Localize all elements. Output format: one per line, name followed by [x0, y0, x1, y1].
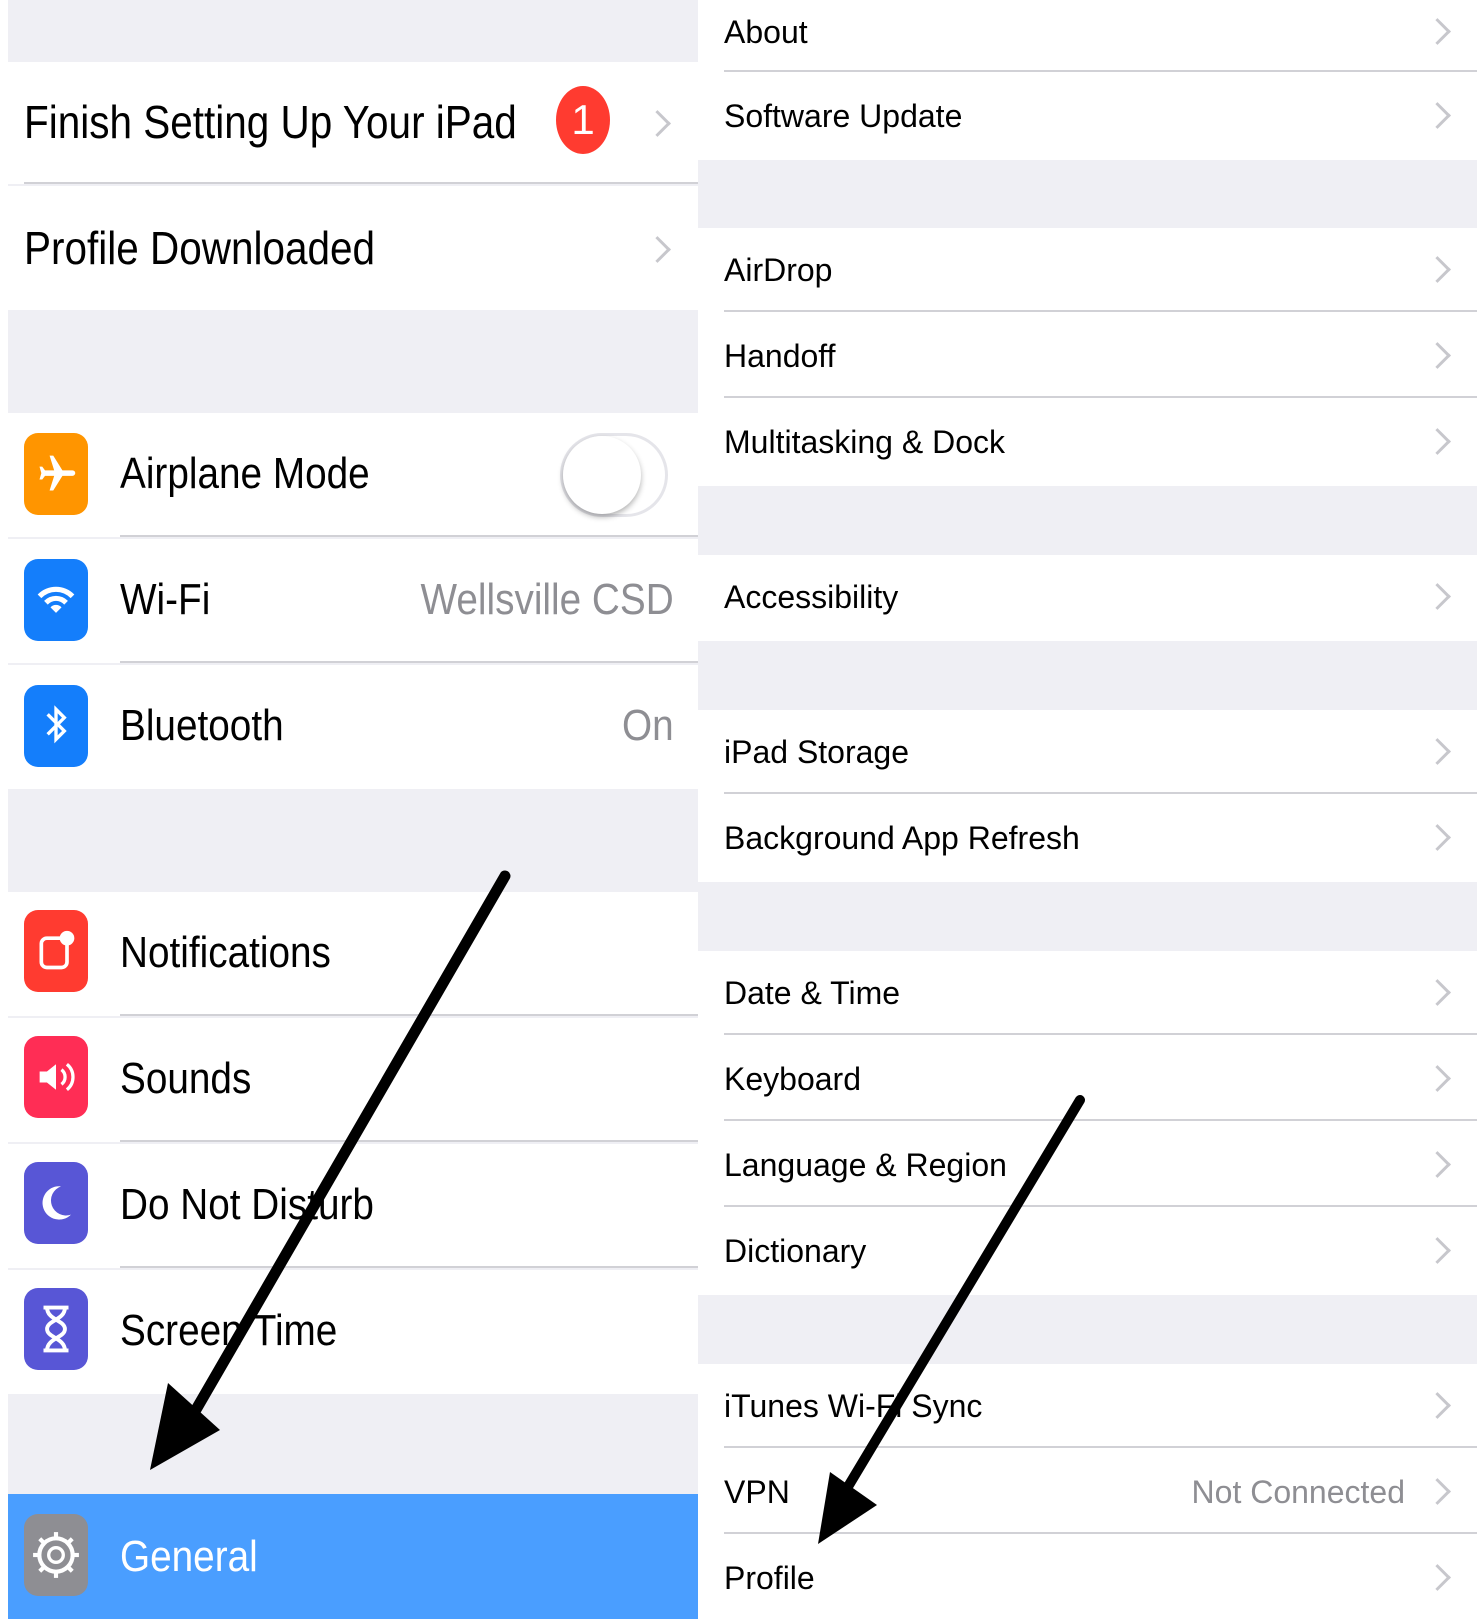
background-app-refresh-row[interactable]: Background App Refresh — [698, 796, 1477, 882]
about-row[interactable]: About — [698, 0, 1477, 72]
chevron-right-icon — [1424, 583, 1451, 610]
date-time-row[interactable]: Date & Time — [698, 951, 1477, 1035]
profile-row[interactable]: Profile — [698, 1536, 1477, 1619]
general-label: General — [120, 1532, 258, 1581]
wifi-icon — [24, 559, 88, 641]
moon-icon — [24, 1162, 88, 1244]
toggle-knob — [563, 436, 641, 514]
language-region-label: Language & Region — [724, 1147, 1007, 1183]
do-not-disturb-row[interactable]: Do Not Disturb — [8, 1144, 698, 1268]
chevron-right-icon — [1424, 256, 1451, 283]
airplane-mode-label: Airplane Mode — [120, 449, 370, 498]
chevron-right-icon — [644, 110, 671, 137]
speaker-icon — [24, 1036, 88, 1118]
wifi-row[interactable]: Wi-Fi Wellsville CSD — [8, 539, 698, 663]
itunes-wifi-sync-label: iTunes Wi-Fi Sync — [724, 1388, 983, 1424]
hourglass-icon — [24, 1288, 88, 1370]
chevron-right-icon — [1424, 342, 1451, 369]
chevron-right-icon — [1424, 102, 1451, 129]
screen-time-row[interactable]: Screen Time — [8, 1270, 698, 1394]
finish-setup-label: Finish Setting Up Your iPad — [24, 96, 517, 148]
chevron-right-icon — [644, 236, 671, 263]
vpn-status-value: Not Connected — [1191, 1474, 1405, 1510]
chevron-right-icon — [1424, 1065, 1451, 1092]
wifi-label: Wi-Fi — [120, 575, 211, 624]
notifications-label: Notifications — [120, 928, 331, 977]
chevron-right-icon — [1424, 428, 1451, 455]
bluetooth-status-value: On — [622, 701, 674, 750]
do-not-disturb-label: Do Not Disturb — [120, 1180, 374, 1229]
multitasking-dock-label: Multitasking & Dock — [724, 424, 1005, 460]
chevron-right-icon — [1424, 979, 1451, 1006]
keyboard-label: Keyboard — [724, 1061, 861, 1097]
date-time-label: Date & Time — [724, 975, 901, 1011]
general-row[interactable]: General — [8, 1494, 698, 1619]
sounds-row[interactable]: Sounds — [8, 1018, 698, 1142]
notifications-icon — [24, 910, 88, 992]
gear-icon — [24, 1514, 88, 1596]
profile-downloaded-row[interactable]: Profile Downloaded — [8, 186, 698, 310]
airplane-mode-row[interactable]: Airplane Mode — [8, 413, 698, 537]
chevron-right-icon — [1424, 1478, 1451, 1505]
itunes-wifi-sync-row[interactable]: iTunes Wi-Fi Sync — [698, 1364, 1477, 1448]
accessibility-row[interactable]: Accessibility — [698, 555, 1477, 641]
handoff-label: Handoff — [724, 338, 836, 374]
profile-downloaded-label: Profile Downloaded — [24, 222, 376, 274]
airplane-icon — [24, 433, 88, 515]
vpn-label: VPN — [724, 1474, 790, 1510]
airplane-mode-toggle[interactable] — [560, 433, 668, 517]
airdrop-label: AirDrop — [724, 252, 833, 288]
dictionary-row[interactable]: Dictionary — [698, 1209, 1477, 1295]
chevron-right-icon — [1424, 18, 1451, 45]
notifications-row[interactable]: Notifications — [8, 892, 698, 1016]
bluetooth-row[interactable]: Bluetooth On — [8, 665, 698, 789]
general-group-2: AirDrop Handoff Multitasking & Dock — [698, 228, 1477, 486]
wifi-network-value: Wellsville CSD — [420, 575, 674, 624]
chevron-right-icon — [1424, 1151, 1451, 1178]
general-group-1: About Software Update — [698, 0, 1477, 160]
chevron-right-icon — [1424, 1392, 1451, 1419]
chevron-right-icon — [1424, 1564, 1451, 1591]
multitasking-dock-row[interactable]: Multitasking & Dock — [698, 400, 1477, 486]
bluetooth-label: Bluetooth — [120, 701, 284, 750]
dictionary-label: Dictionary — [724, 1233, 867, 1269]
badge-count: 1 — [571, 96, 595, 143]
software-update-row[interactable]: Software Update — [698, 74, 1477, 160]
chevron-right-icon — [1424, 824, 1451, 851]
settings-sidebar: Finish Setting Up Your iPad 1 Profile Do… — [8, 0, 698, 1619]
profile-label: Profile — [724, 1560, 815, 1596]
notification-badge: 1 — [556, 86, 610, 154]
finish-setup-row[interactable]: Finish Setting Up Your iPad 1 — [8, 62, 698, 184]
sounds-label: Sounds — [120, 1054, 252, 1103]
keyboard-row[interactable]: Keyboard — [698, 1037, 1477, 1121]
language-region-row[interactable]: Language & Region — [698, 1123, 1477, 1207]
accessibility-label: Accessibility — [724, 579, 899, 615]
airdrop-row[interactable]: AirDrop — [698, 228, 1477, 312]
general-group-5: Date & Time Keyboard Language & Region D… — [698, 951, 1477, 1295]
chevron-right-icon — [1424, 738, 1451, 765]
handoff-row[interactable]: Handoff — [698, 314, 1477, 398]
background-app-refresh-label: Background App Refresh — [724, 820, 1080, 856]
bluetooth-icon — [24, 685, 88, 767]
about-label: About — [724, 14, 808, 50]
general-detail-panel: About Software Update AirDrop Handoff Mu… — [698, 0, 1477, 1619]
ipad-storage-label: iPad Storage — [724, 734, 910, 770]
general-group-6: iTunes Wi-Fi Sync VPN Not Connected Prof… — [698, 1364, 1477, 1619]
ipad-storage-row[interactable]: iPad Storage — [698, 710, 1477, 794]
software-update-label: Software Update — [724, 98, 963, 134]
vpn-row[interactable]: VPN Not Connected — [698, 1450, 1477, 1534]
general-group-4: iPad Storage Background App Refresh — [698, 710, 1477, 882]
chevron-right-icon — [1424, 1237, 1451, 1264]
screen-time-label: Screen Time — [120, 1306, 338, 1355]
